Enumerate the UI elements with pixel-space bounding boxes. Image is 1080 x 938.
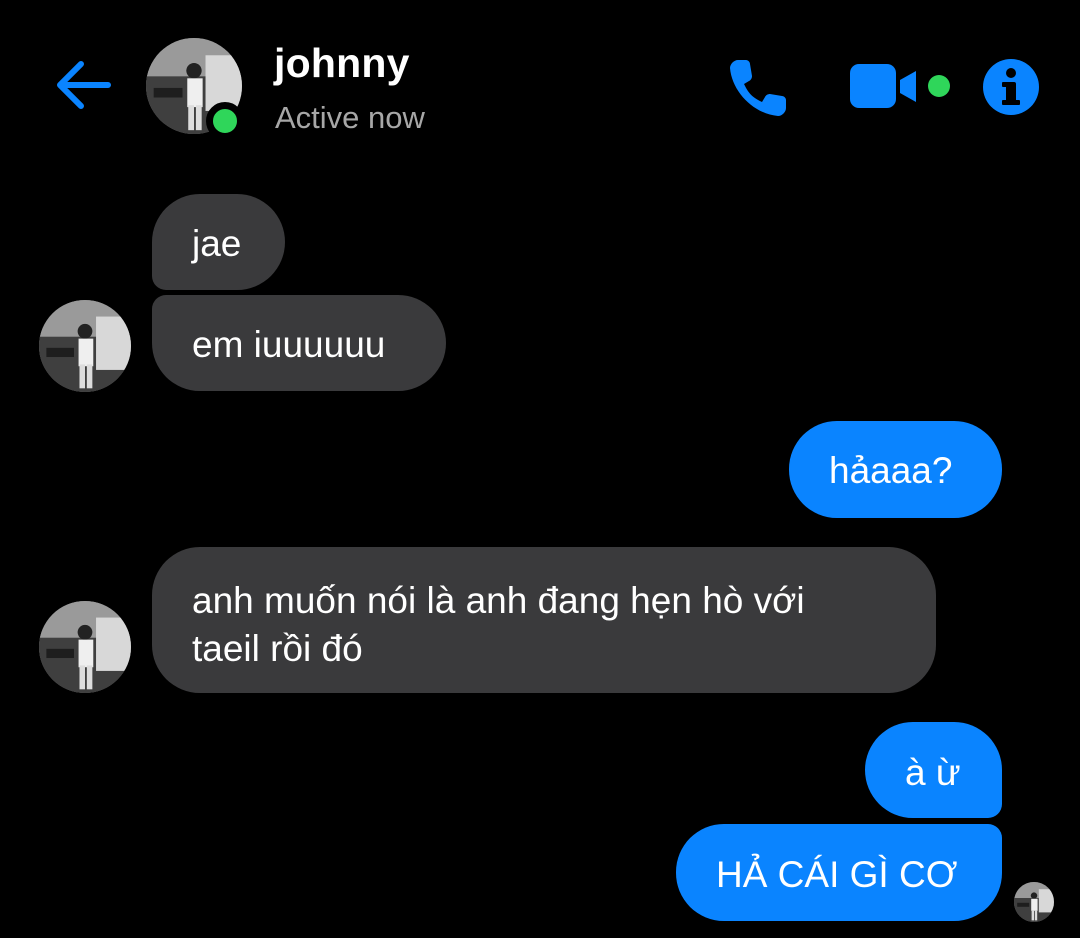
- message-text: jae: [192, 223, 242, 264]
- contact-status: Active now: [275, 100, 425, 135]
- message-text: em iuuuuuu: [192, 324, 386, 365]
- back-button[interactable]: [50, 52, 116, 118]
- seen-receipt-avatar: [1014, 882, 1054, 922]
- message-text: à ừ: [905, 752, 961, 793]
- info-icon: [983, 59, 1039, 115]
- info-button[interactable]: [980, 56, 1042, 118]
- phone-icon: [730, 60, 786, 116]
- sender-avatar[interactable]: [39, 601, 131, 693]
- message-text-line: anh muốn nói là anh đang hẹn hò với: [192, 580, 805, 621]
- message-bubble-outgoing[interactable]: à ừ: [865, 722, 1002, 818]
- message-bubble-incoming[interactable]: em iuuuuuu: [152, 295, 446, 391]
- message-bubble-outgoing[interactable]: HẢ CÁI GÌ CƠ: [676, 824, 1002, 921]
- contact-name[interactable]: johnny: [274, 40, 410, 87]
- message-text: hảaaa?: [829, 450, 953, 491]
- sender-avatar[interactable]: [39, 300, 131, 392]
- online-status-dot: [206, 102, 244, 140]
- message-text: HẢ CÁI GÌ CƠ: [716, 854, 958, 895]
- video-call-button[interactable]: [846, 58, 956, 116]
- video-camera-icon: [850, 64, 950, 108]
- voice-call-button[interactable]: [724, 52, 794, 122]
- message-text-line: taeil rồi đó: [192, 628, 363, 669]
- arrow-left-icon: [57, 61, 111, 109]
- message-bubble-incoming[interactable]: anh muốn nói là anh đang hẹn hò với taei…: [152, 547, 936, 693]
- message-bubble-outgoing[interactable]: hảaaa?: [789, 421, 1002, 518]
- message-bubble-incoming[interactable]: jae: [152, 194, 285, 290]
